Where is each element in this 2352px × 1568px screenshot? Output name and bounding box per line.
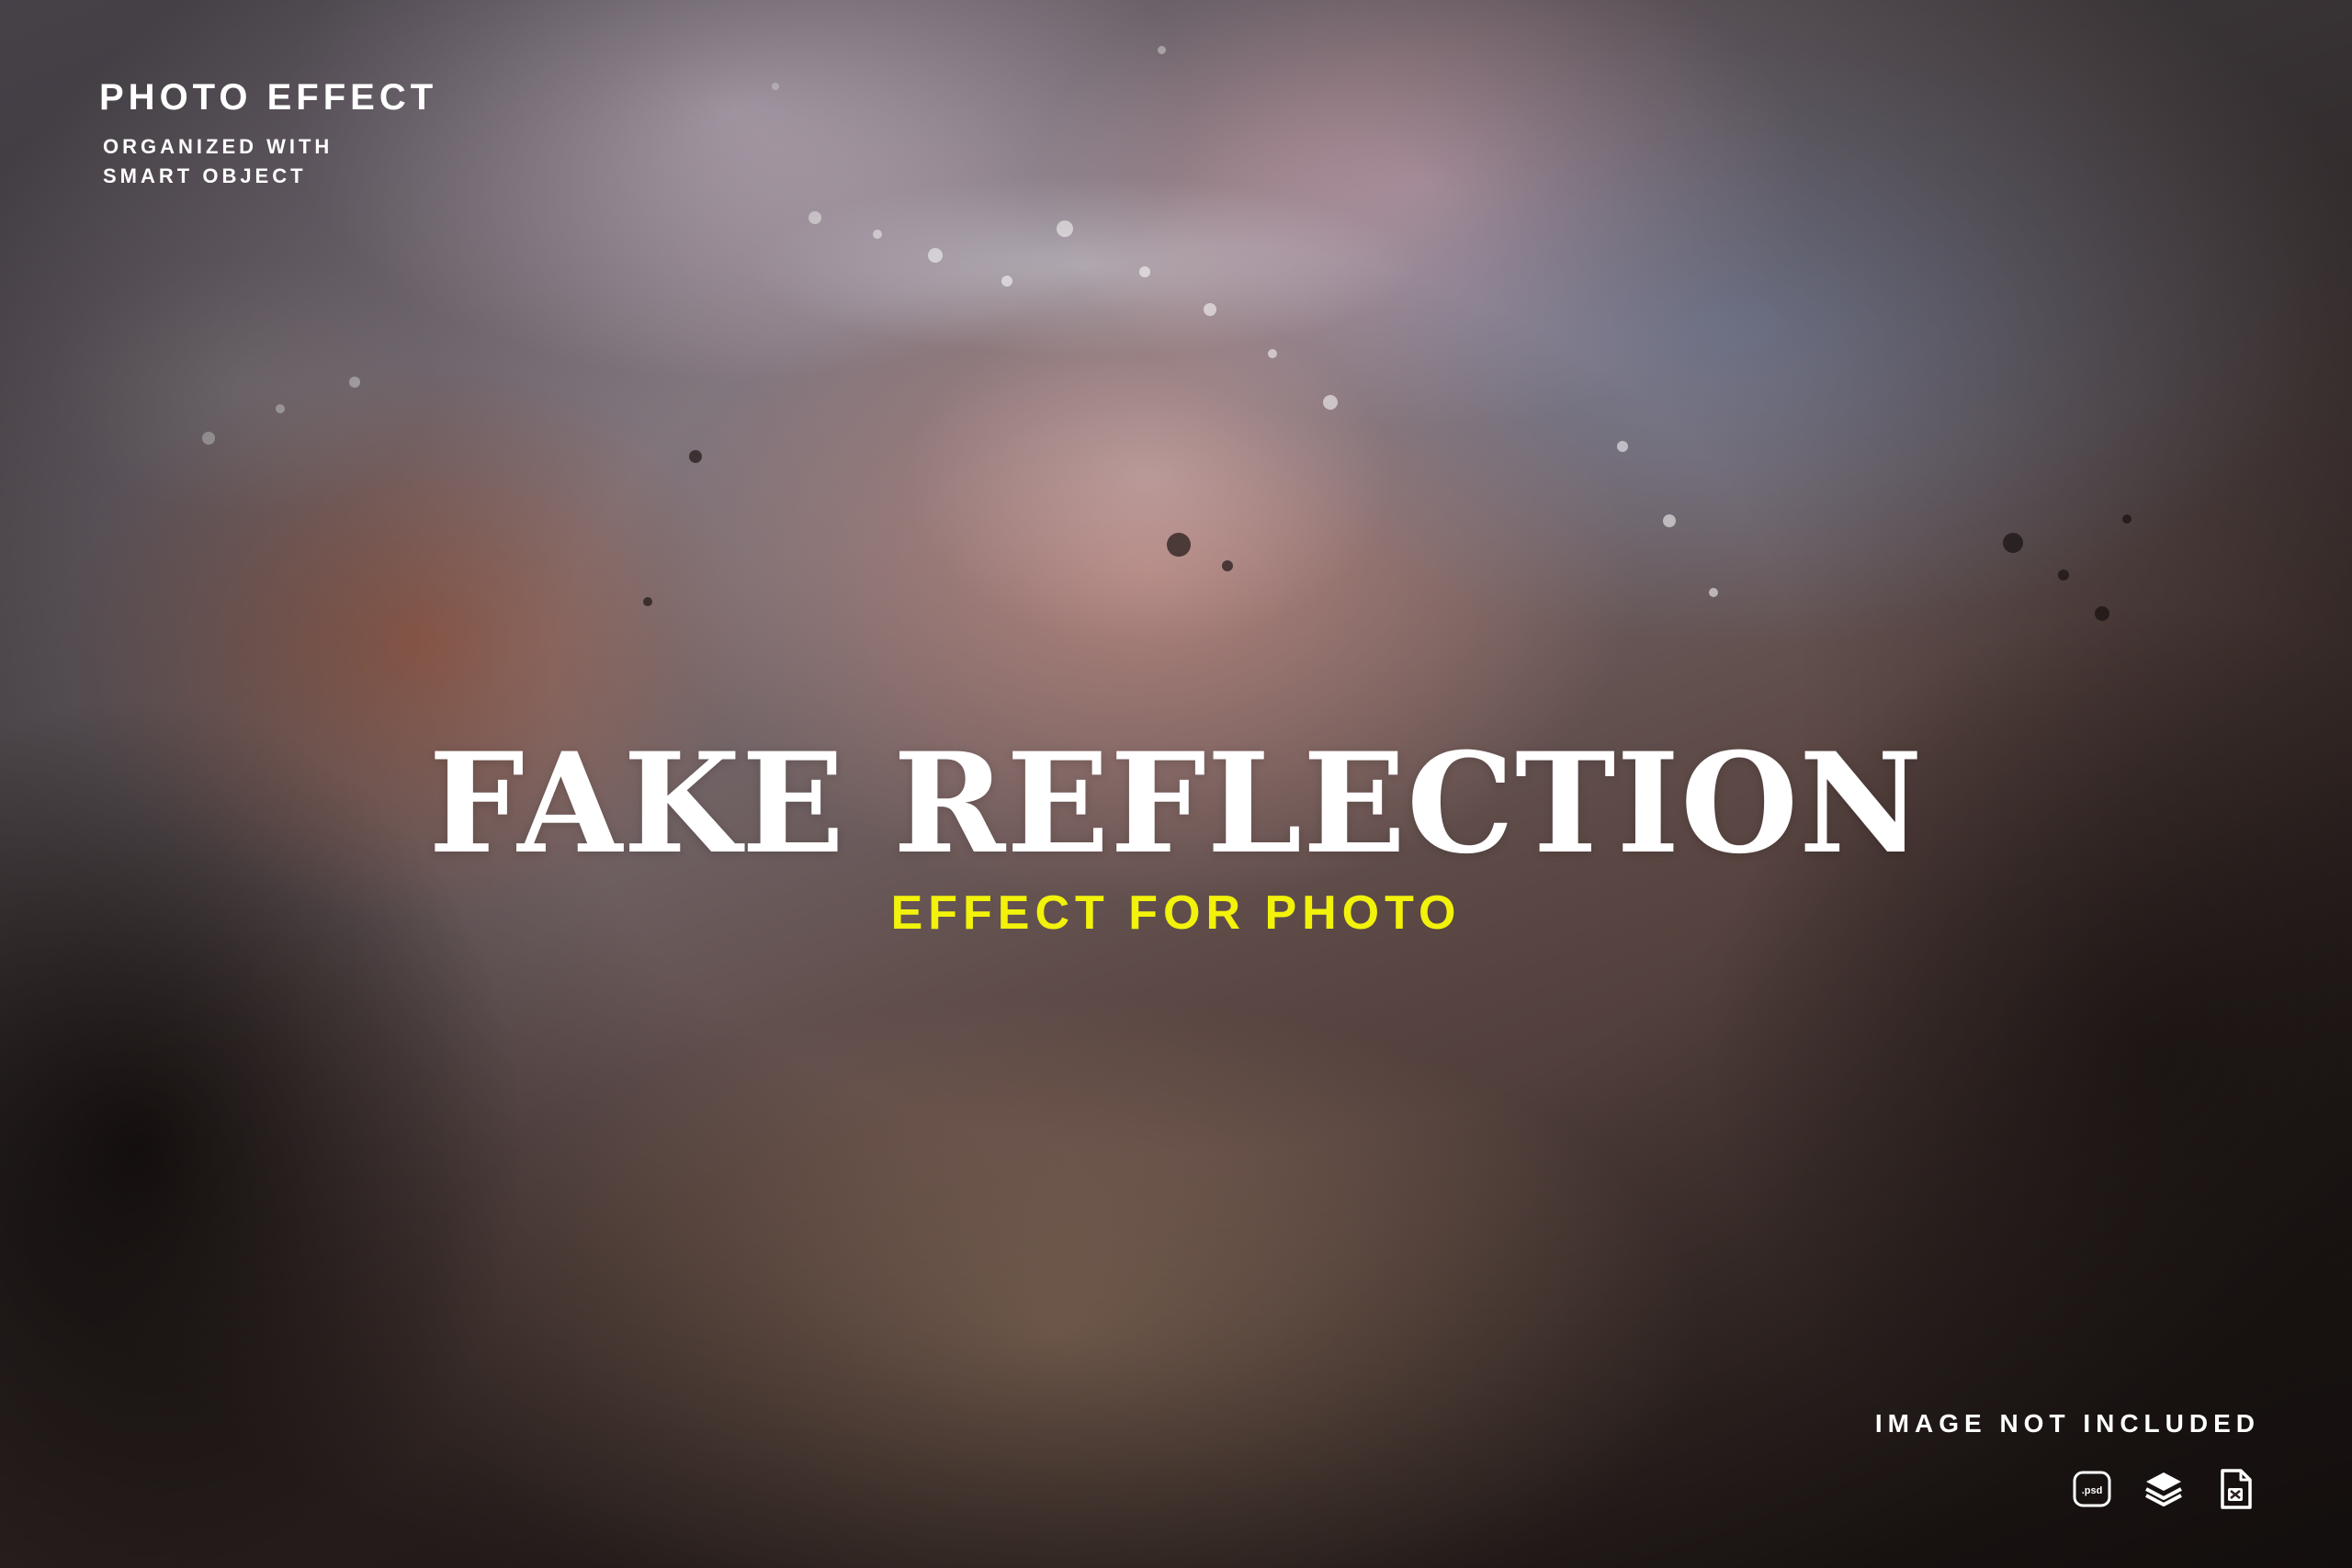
feature-icons: .psd [1875, 1468, 2256, 1510]
brand-subtitle-line1: ORGANIZED WITH [103, 135, 334, 158]
psd-file-icon: .psd [2071, 1468, 2113, 1510]
hero-subtitle: EFFECT FOR PHOTO [890, 886, 1462, 940]
brand-subtitle-line2: SMART OBJECT [103, 164, 307, 187]
brand-title: PHOTO EFFECT [99, 77, 438, 118]
document-icon [2214, 1468, 2256, 1510]
promo-canvas: PHOTO EFFECT ORGANIZED WITH SMART OBJECT… [0, 0, 2352, 1568]
psd-icon-label: .psd [2082, 1485, 2103, 1496]
hero: FAKE REFLECTION EFFECT FOR PHOTO [0, 735, 2352, 937]
hero-title: FAKE REFLECTION [428, 723, 1924, 885]
image-not-included-notice: IMAGE NOT INCLUDED [1874, 1409, 2260, 1438]
layers-icon [2143, 1468, 2185, 1510]
brand-block: PHOTO EFFECT ORGANIZED WITH SMART OBJECT [99, 79, 437, 191]
footer-block: IMAGE NOT INCLUDED .psd [1875, 1411, 2260, 1510]
